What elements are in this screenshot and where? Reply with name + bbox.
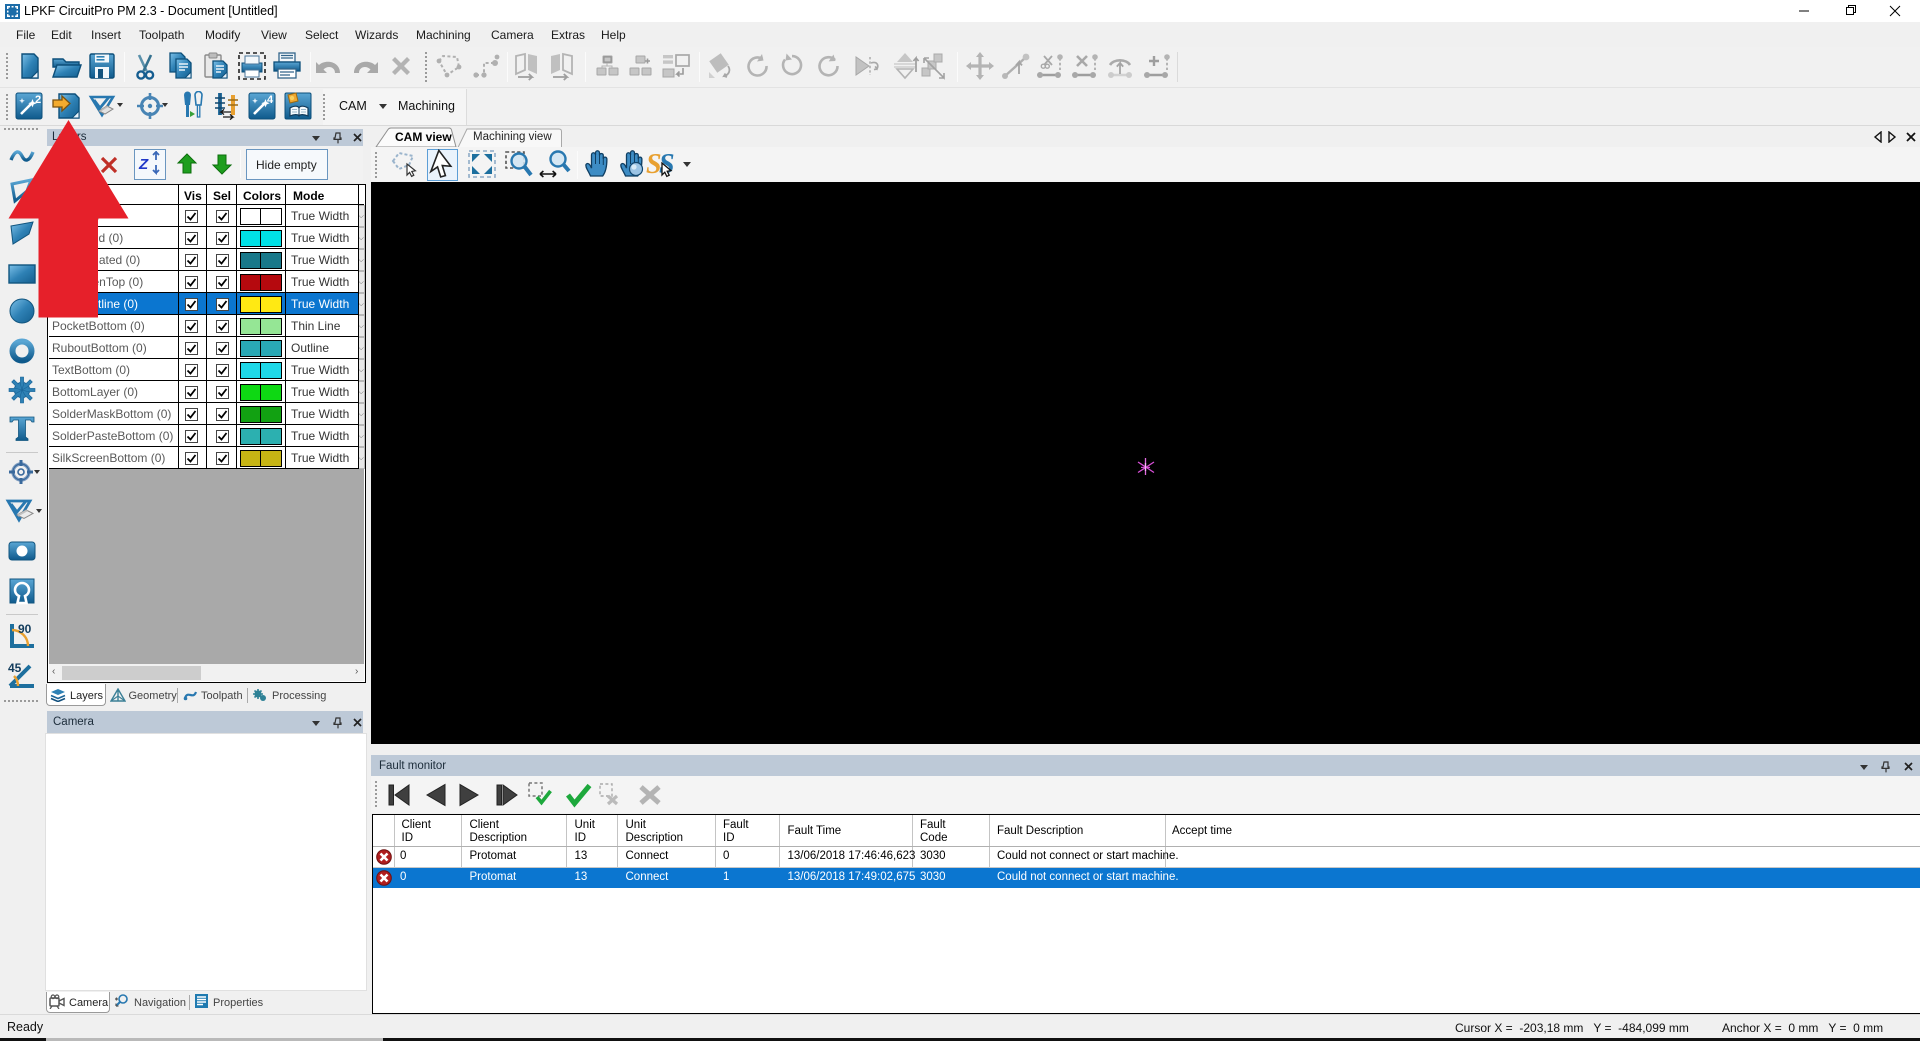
svg-text:45: 45 (8, 661, 22, 675)
svg-text:4: 4 (267, 94, 274, 106)
svg-text:90: 90 (18, 622, 32, 636)
